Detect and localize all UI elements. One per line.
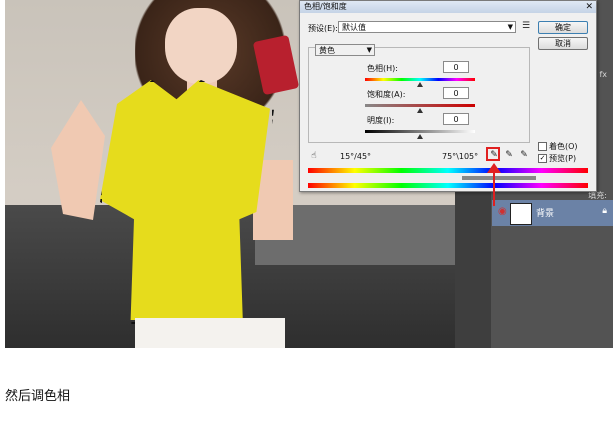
- channel-select[interactable]: 黄色 ▼: [315, 44, 375, 56]
- layer-row-background[interactable]: ◉ 背景 🔒︎: [492, 200, 613, 226]
- caption-text: 然后调色相: [5, 389, 71, 404]
- colorize-label: 着色(O): [549, 142, 578, 151]
- cancel-button[interactable]: 取消: [538, 37, 588, 50]
- layer-name: 背景: [536, 209, 555, 219]
- dialog-titlebar: 色相/饱和度 ✕: [300, 1, 596, 13]
- eyedropper-minus-icon[interactable]: ✎: [518, 150, 530, 161]
- preset-options-icon[interactable]: ☰: [520, 21, 532, 32]
- lightness-slider-thumb[interactable]: [417, 134, 423, 139]
- eye-icon[interactable]: ◉: [498, 206, 508, 218]
- hue-slider-thumb[interactable]: [417, 82, 423, 87]
- channel-value: 黄色: [319, 46, 335, 55]
- photoshop-screenshot: fx 填充: ◉ 背景 🔒︎ 色相/饱和度 ✕ 预设(E): 默认值 ▼ ☰ 确…: [5, 0, 613, 348]
- eyedropper-plus-icon[interactable]: ✎: [503, 150, 515, 161]
- range-right-value: 75°\105°: [442, 152, 479, 161]
- preset-value: 默认值: [342, 23, 366, 32]
- hue-slider-track[interactable]: [365, 78, 475, 81]
- highlight-box: [486, 147, 500, 161]
- left-arm: [51, 100, 105, 220]
- lightness-slider-track[interactable]: [365, 130, 475, 133]
- preview-checkbox[interactable]: ✓: [538, 154, 547, 163]
- lightness-label: 明度(I):: [367, 116, 395, 125]
- targeted-adjustment-icon[interactable]: ☝: [308, 151, 320, 162]
- chevron-down-icon: ▼: [507, 23, 513, 31]
- fx-label: fx: [599, 70, 607, 79]
- range-slider-area[interactable]: [308, 174, 588, 182]
- close-icon[interactable]: ✕: [585, 1, 593, 13]
- chevron-down-icon: ▼: [366, 46, 372, 54]
- saturation-slider-track[interactable]: [365, 104, 475, 107]
- colorize-checkbox[interactable]: [538, 142, 547, 151]
- saturation-slider-thumb[interactable]: [417, 108, 423, 113]
- preset-label: 预设(E):: [308, 24, 338, 33]
- saturation-input[interactable]: 0: [443, 87, 469, 99]
- preview-label: 预览(P): [549, 154, 577, 163]
- range-slider[interactable]: [462, 176, 536, 180]
- ok-button[interactable]: 确定: [538, 21, 588, 34]
- preset-select[interactable]: 默认值 ▼: [338, 21, 516, 33]
- saturation-label: 饱和度(A):: [367, 90, 406, 99]
- red-arrow-shaft: [493, 172, 495, 206]
- input-color-bar: [308, 168, 588, 173]
- lightness-input[interactable]: 0: [443, 113, 469, 125]
- lock-icon: 🔒︎: [602, 206, 607, 216]
- white-shorts: [135, 318, 285, 348]
- hue-saturation-dialog: 色相/饱和度 ✕ 预设(E): 默认值 ▼ ☰ 确定 取消 黄色 ▼ 色相(H)…: [299, 0, 597, 192]
- output-color-bar: [308, 183, 588, 188]
- hue-input[interactable]: 0: [443, 61, 469, 73]
- range-left-value: 15°/45°: [340, 152, 372, 161]
- face: [165, 8, 237, 84]
- dialog-title: 色相/饱和度: [304, 2, 347, 11]
- adjustment-group: 黄色 ▼ 色相(H): 0 饱和度(A): 0 明度(I): 0: [308, 44, 530, 143]
- layer-thumbnail: [510, 203, 532, 225]
- hue-label: 色相(H):: [367, 64, 398, 73]
